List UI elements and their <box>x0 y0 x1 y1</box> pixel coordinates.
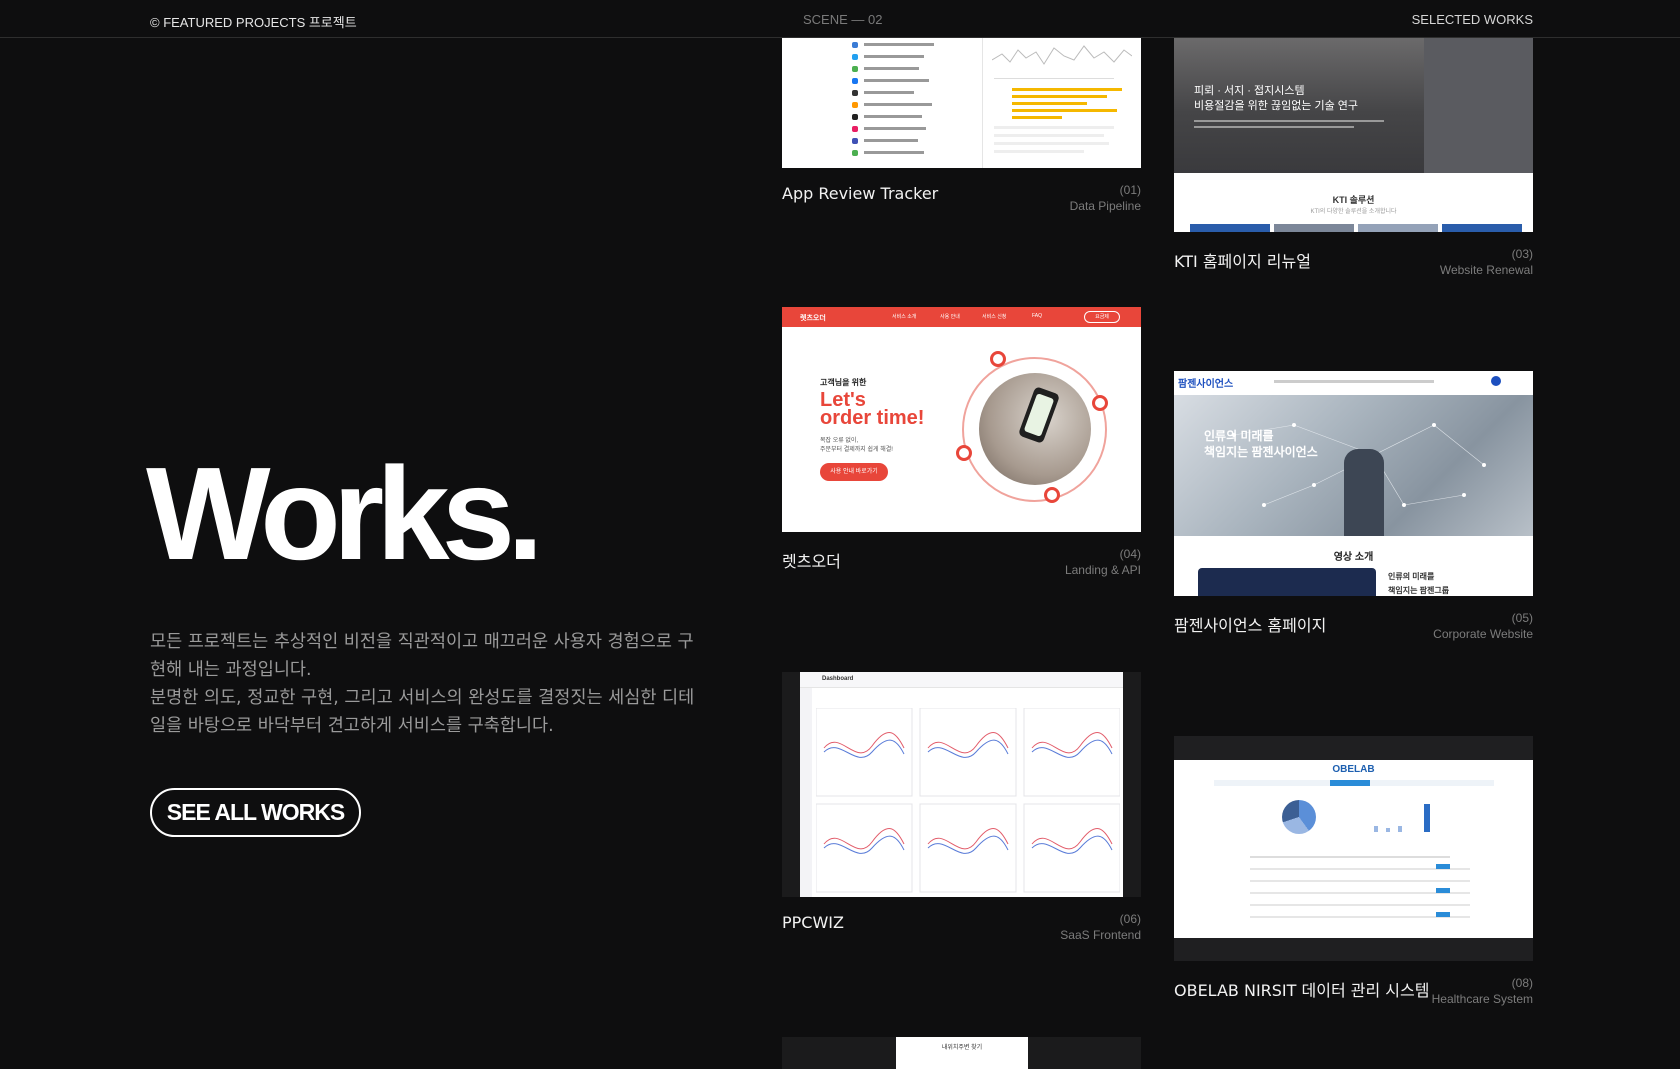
page-title: Works. <box>146 440 544 587</box>
project-thumbnail[interactable]: 렛츠오더 서비스 소개 사용 안내 서비스 신청 FAQ 요금제 고객님을 위한… <box>782 307 1141 532</box>
project-category: Data Pipeline <box>1069 199 1141 213</box>
project-thumbnail[interactable]: OBELAB <box>1174 736 1533 961</box>
project-card-next[interactable]: 내위치주변 찾기 <box>782 1037 1141 1069</box>
ppcwiz-header: Dashboard <box>822 676 854 682</box>
project-thumbnail[interactable]: 내위치주변 찾기 <box>782 1037 1141 1069</box>
pharmgen-section-title: 영상 소개 <box>1333 552 1374 563</box>
app-list <box>852 38 982 168</box>
project-card-app-review-tracker[interactable]: App Review Tracker (01) Data Pipeline <box>782 38 1141 228</box>
letsorder-headline-2: order time! <box>820 407 925 429</box>
project-card-pharmgen[interactable]: 팜젠사이언스 인류의 미래를 책임지는 팜젠사이언스 영상 소개 인류의 미래를… <box>1174 371 1533 656</box>
project-card-ppcwiz[interactable]: Dashboard PPCWIZ (06) SaaS Frontend <box>782 672 1141 957</box>
project-category: Healthcare System <box>1431 992 1533 1006</box>
kti-headline-1: 피뢰 · 서지 · 접지시스템 <box>1194 85 1305 97</box>
kti-section-subtitle: KTI의 다양한 솔루션을 소개합니다 <box>1310 209 1397 215</box>
featured-projects-label: © FEATURED PROJECTS 프로젝트 <box>150 15 357 30</box>
project-thumbnail[interactable]: 팜젠사이언스 인류의 미래를 책임지는 팜젠사이언스 영상 소개 인류의 미래를… <box>1174 371 1533 596</box>
project-number: (05) <box>1511 611 1533 625</box>
pharmgen-hero-1: 인류의 미래를 <box>1204 429 1274 443</box>
pharmgen-logo: 팜젠사이언스 <box>1178 379 1234 390</box>
project-category: Website Renewal <box>1439 263 1533 277</box>
letsorder-logo: 렛츠오더 <box>800 315 826 322</box>
next-thumb-label: 내위치주변 찾기 <box>941 1045 983 1051</box>
scene-indicator: SCENE — 02 <box>803 12 883 27</box>
project-number: (08) <box>1511 976 1533 990</box>
trend-chart <box>992 45 1132 65</box>
top-bar: © FEATURED PROJECTS 프로젝트 SCENE — 02 SELE… <box>0 0 1680 38</box>
project-number: (04) <box>1119 547 1141 561</box>
project-category: Corporate Website <box>1433 627 1533 641</box>
project-thumbnail[interactable] <box>782 38 1141 168</box>
hero-description-line-1: 모든 프로젝트는 추상적인 비전을 직관적이고 매끄러운 사용자 경험으로 구현… <box>150 632 694 680</box>
project-category: Landing & API <box>1064 563 1141 577</box>
project-number: (03) <box>1511 247 1533 261</box>
see-all-works-button[interactable]: SEE ALL WORKS <box>150 788 361 837</box>
project-category: SaaS Frontend <box>1060 928 1141 942</box>
letsorder-kicker: 고객님을 위한 <box>820 378 867 387</box>
project-title[interactable]: PPCWIZ <box>782 913 844 932</box>
project-title[interactable]: App Review Tracker <box>782 184 938 203</box>
project-card-obelab[interactable]: OBELAB OBELAB NIRSIT 데이터 관리 시스템 (08) Hea… <box>1174 736 1533 1021</box>
hero-description-line-2: 분명한 의도, 정교한 구현, 그리고 서비스의 완성도를 결정짓는 세심한 디… <box>150 688 695 736</box>
project-title[interactable]: KTI 홈페이지 리뉴얼 <box>1174 248 1311 272</box>
selected-works-label: SELECTED WORKS <box>1411 12 1533 27</box>
project-title[interactable]: 팜젠사이언스 홈페이지 <box>1174 612 1326 636</box>
kti-headline-2: 비용절감을 위한 끊임없는 기술 연구 <box>1194 100 1359 112</box>
dashboard-charts <box>816 708 1120 893</box>
project-thumbnail[interactable]: Dashboard <box>782 672 1141 897</box>
project-card-letsorder[interactable]: 렛츠오더 서비스 소개 사용 안내 서비스 신청 FAQ 요금제 고객님을 위한… <box>782 307 1141 592</box>
project-title[interactable]: 렛츠오더 <box>782 548 841 572</box>
hero-description: 모든 프로젝트는 추상적인 비전을 직관적이고 매끄러운 사용자 경험으로 구현… <box>150 628 695 740</box>
project-title[interactable]: OBELAB NIRSIT 데이터 관리 시스템 <box>1174 977 1429 1001</box>
kti-section-title: KTI 솔루션 <box>1332 195 1375 205</box>
pharmgen-hero-2: 책임지는 팜젠사이언스 <box>1204 445 1318 459</box>
project-number: (06) <box>1119 912 1141 926</box>
project-card-kti[interactable]: 피뢰 · 서지 · 접지시스템 비용절감을 위한 끊임없는 기술 연구 KTI … <box>1174 38 1533 292</box>
project-thumbnail[interactable]: 피뢰 · 서지 · 접지시스템 비용절감을 위한 끊임없는 기술 연구 KTI … <box>1174 38 1533 232</box>
obelab-logo: OBELAB <box>1332 764 1375 775</box>
letsorder-cta: 사용 안내 바로가기 <box>820 463 888 481</box>
project-number: (01) <box>1119 183 1141 197</box>
